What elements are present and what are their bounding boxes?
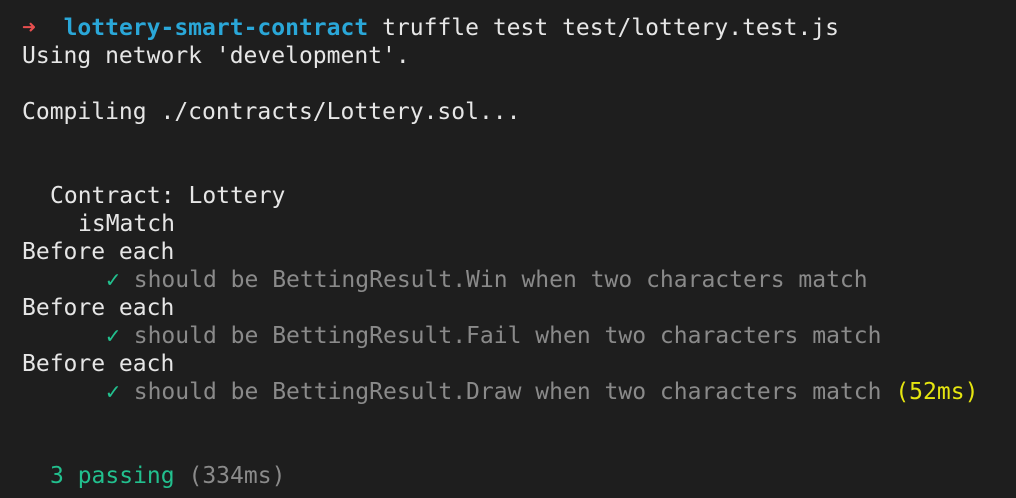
check-icon: ✓ [106,267,120,293]
test-result-line: ✓ should be BettingResult.Fail when two … [106,322,881,350]
prompt-directory: lottery-smart-contract [63,15,369,41]
hook-line: Before each [22,295,175,321]
test-title: should be BettingResult.Draw when two ch… [133,379,882,405]
terminal-window[interactable]: ➜ lottery-smart-contract truffle test te… [0,0,1016,498]
total-time: (334ms) [188,463,286,489]
test-title: should be BettingResult.Win when two cha… [133,267,868,293]
prompt-arrow-icon: ➜ [22,15,36,41]
suite-describe-label: isMatch [78,211,175,237]
check-icon: ✓ [106,323,120,349]
hook-line: Before each [22,351,175,377]
prompt-command: truffle test test/lottery.test.js [382,15,840,41]
compile-line: Compiling ./contracts/Lottery.sol... [22,99,521,125]
suite-contract-label: Contract: Lottery [50,183,286,209]
network-line: Using network 'development'. [22,43,410,69]
hook-line: Before each [22,239,175,265]
test-title: should be BettingResult.Fail when two ch… [133,323,882,349]
test-result-line: ✓ should be BettingResult.Win when two c… [106,266,868,294]
test-duration: (52ms) [895,379,979,405]
prompt-line: ➜ lottery-smart-contract truffle test te… [22,14,839,42]
check-icon: ✓ [106,379,120,405]
test-result-line: ✓ should be BettingResult.Draw when two … [106,378,978,406]
passing-count: 3 passing [50,463,175,489]
summary-line: 3 passing (334ms) [50,462,285,490]
